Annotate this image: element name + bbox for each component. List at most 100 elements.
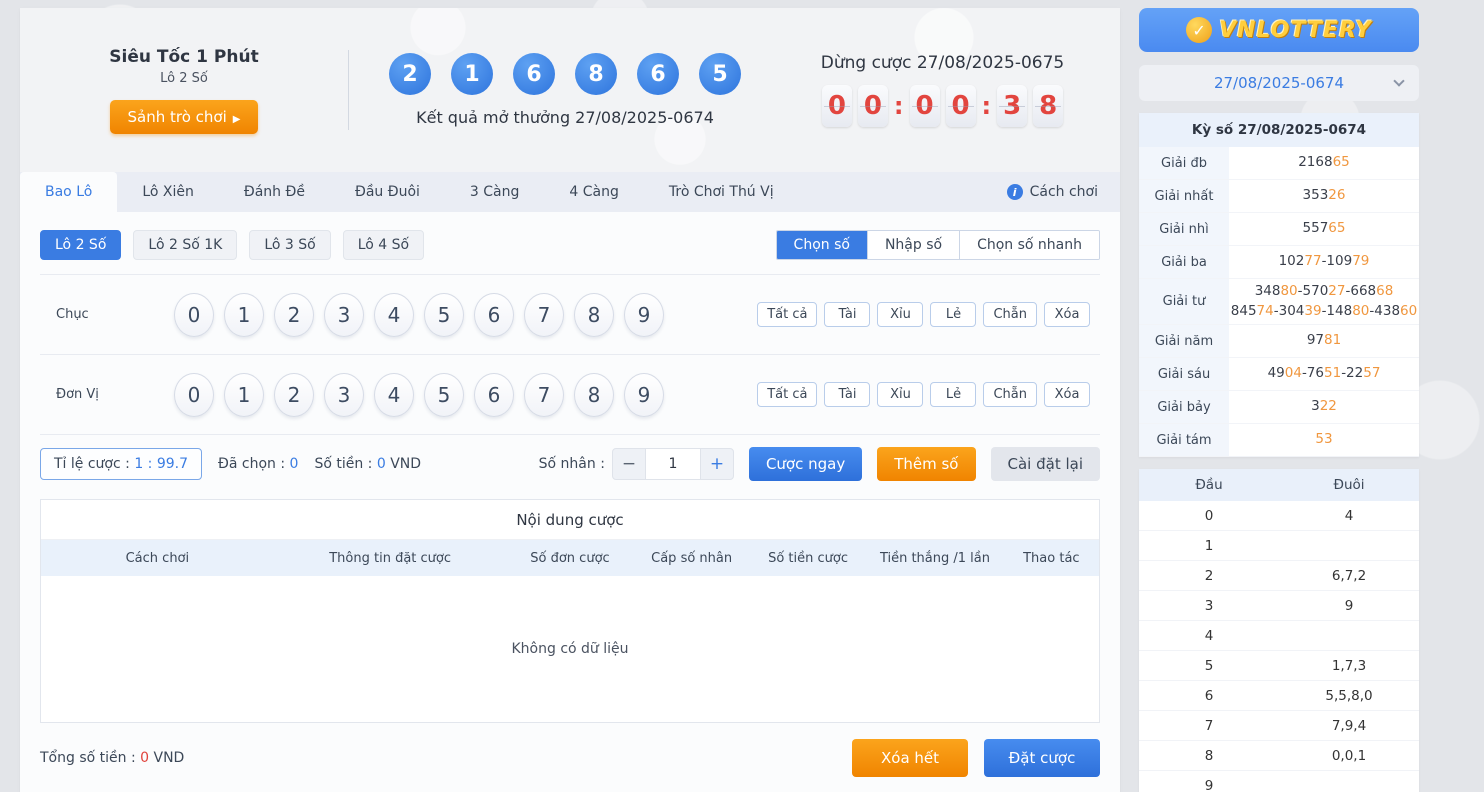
table-column-header: Thao tác <box>1004 551 1099 566</box>
prize-row: Giải tám53 <box>1139 424 1419 457</box>
head-tail-row: 1 <box>1139 531 1419 561</box>
prize-label: Giải năm <box>1139 325 1229 357</box>
prize-row: Giải đb216865 <box>1139 147 1419 180</box>
digit-ball[interactable]: 2 <box>274 293 314 337</box>
digit-ball[interactable]: 4 <box>374 293 414 337</box>
digit-ball[interactable]: 2 <box>274 373 314 417</box>
betting-panel: Siêu Tốc 1 Phút Lô 2 Số Sảnh trò chơi▶ 2… <box>20 8 1120 792</box>
bet-type-subtab[interactable]: Lô 3 Số <box>249 230 330 260</box>
footer-buttons: Xóa hết Đặt cược <box>852 739 1100 777</box>
filter-button[interactable]: Xỉu <box>877 302 923 327</box>
prize-row: Giải nhất35326 <box>1139 180 1419 213</box>
digit-ball[interactable]: 1 <box>224 293 264 337</box>
bet-content-table: Nội dung cược Cách chơiThông tin đặt cượ… <box>40 499 1100 723</box>
period-dropdown[interactable]: 27/08/2025-0674 <box>1139 65 1419 101</box>
digit-ball[interactable]: 3 <box>324 293 364 337</box>
main-tab[interactable]: Đánh Đề <box>219 172 330 212</box>
table-column-header: Số đơn cược <box>507 551 634 566</box>
tail-cell: 0,0,1 <box>1279 741 1419 770</box>
clear-all-button[interactable]: Xóa hết <box>852 739 968 777</box>
multiplier-stepper: − + <box>612 448 734 480</box>
prize-label: Giải bảy <box>1139 391 1229 423</box>
head-cell: 4 <box>1139 621 1279 650</box>
filter-button[interactable]: Tài <box>824 382 870 407</box>
number-row: Chục0123456789Tất cảTàiXỉuLẻChẵnXóa <box>40 275 1100 355</box>
digit-ball[interactable]: 6 <box>474 373 514 417</box>
main-tab[interactable]: Bao Lô <box>20 172 117 212</box>
bet-now-button[interactable]: Cược ngay <box>749 447 862 481</box>
result-ball: 6 <box>513 53 555 95</box>
bet-type-subtab[interactable]: Lô 2 Số 1K <box>133 230 237 260</box>
filter-buttons: Tất cả Tài Xỉu Lẻ Chẵn Xóa <box>757 382 1100 407</box>
filter-button[interactable]: Tất cả <box>757 302 817 327</box>
place-bet-button[interactable]: Đặt cược <box>984 739 1100 777</box>
prize-label: Giải sáu <box>1139 358 1229 390</box>
main-tab[interactable]: Đầu Đuôi <box>330 172 445 212</box>
filter-button[interactable]: Lẻ <box>930 302 976 327</box>
countdown-colon: : <box>982 92 992 120</box>
filter-button[interactable]: Xóa <box>1044 302 1090 327</box>
mode-segment[interactable]: Chọn số <box>777 231 867 259</box>
tail-cell: 5,5,8,0 <box>1279 681 1419 710</box>
digit-ball[interactable]: 9 <box>624 293 664 337</box>
digit-circles: 0123456789 <box>174 293 664 337</box>
vnlottery-logo[interactable]: ✓ VNLOTTERY <box>1139 8 1419 52</box>
reset-button[interactable]: Cài đặt lại <box>991 447 1101 481</box>
result-ball: 1 <box>451 53 493 95</box>
filter-button[interactable]: Lẻ <box>930 382 976 407</box>
filter-button[interactable]: Tài <box>824 302 870 327</box>
digit-ball[interactable]: 7 <box>524 293 564 337</box>
digit-ball[interactable]: 0 <box>174 373 214 417</box>
digit-ball[interactable]: 9 <box>624 373 664 417</box>
filter-button[interactable]: Chẵn <box>983 302 1037 327</box>
filter-button[interactable]: Xóa <box>1044 382 1090 407</box>
digit-ball[interactable]: 1 <box>224 373 264 417</box>
multiplier-input[interactable] <box>645 449 701 479</box>
mode-segment[interactable]: Nhập số <box>867 231 959 259</box>
digit-ball[interactable]: 8 <box>574 293 614 337</box>
digit-ball[interactable]: 0 <box>174 293 214 337</box>
countdown-label: Dừng cược 27/08/2025-0675 <box>781 53 1104 73</box>
how-to-play-link[interactable]: i Cách chơi <box>1007 172 1120 212</box>
digit-ball[interactable]: 4 <box>374 373 414 417</box>
increment-button[interactable]: + <box>701 449 733 479</box>
prize-value: 55765 <box>1229 213 1419 245</box>
digit-ball[interactable]: 3 <box>324 373 364 417</box>
head-cell: 3 <box>1139 591 1279 620</box>
game-info: Siêu Tốc 1 Phút Lô 2 Số Sảnh trò chơi▶ <box>20 47 348 134</box>
main-tab[interactable]: Trò Chơi Thú Vị <box>644 172 799 212</box>
digit-ball[interactable]: 7 <box>524 373 564 417</box>
game-subtitle: Lô 2 Số <box>20 71 348 86</box>
main-tab[interactable]: Lô Xiên <box>117 172 219 212</box>
total-amount: Tổng số tiền : 0 VND <box>40 750 184 766</box>
main-tab[interactable]: 3 Càng <box>445 172 544 212</box>
prize-value: 10277-10979 <box>1229 246 1419 278</box>
digit-ball[interactable]: 5 <box>424 373 464 417</box>
digit-ball[interactable]: 6 <box>474 293 514 337</box>
digit-ball[interactable]: 5 <box>424 293 464 337</box>
head-cell: 6 <box>1139 681 1279 710</box>
number-row: Đơn Vị0123456789Tất cảTàiXỉuLẻChẵnXóa <box>40 355 1100 435</box>
main-tab[interactable]: 4 Càng <box>544 172 643 212</box>
filter-button[interactable]: Tất cả <box>757 382 817 407</box>
prize-row: Giải năm9781 <box>1139 325 1419 358</box>
table-column-header: Cấp số nhân <box>633 551 749 566</box>
countdown-digit: 0 <box>822 85 852 127</box>
prize-label: Giải tám <box>1139 424 1229 456</box>
head-tail-row: 80,0,1 <box>1139 741 1419 771</box>
filter-button[interactable]: Xỉu <box>877 382 923 407</box>
add-number-button[interactable]: Thêm số <box>877 447 975 481</box>
head-tail-row: 26,7,2 <box>1139 561 1419 591</box>
digit-ball[interactable]: 8 <box>574 373 614 417</box>
filter-button[interactable]: Chẵn <box>983 382 1037 407</box>
mode-segment[interactable]: Chọn số nhanh <box>959 231 1099 259</box>
head-tail-row: 04 <box>1139 501 1419 531</box>
bet-bar: Tỉ lệ cược : 1 : 99.7 Đã chọn : 0 Số tiề… <box>40 435 1100 493</box>
head-cell: 8 <box>1139 741 1279 770</box>
decrement-button[interactable]: − <box>613 449 645 479</box>
bet-type-subtab[interactable]: Lô 4 Số <box>343 230 424 260</box>
bet-type-subtab[interactable]: Lô 2 Số <box>40 230 121 260</box>
tail-cell <box>1279 771 1419 792</box>
game-lobby-button[interactable]: Sảnh trò chơi▶ <box>110 100 259 134</box>
tail-cell <box>1279 531 1419 560</box>
